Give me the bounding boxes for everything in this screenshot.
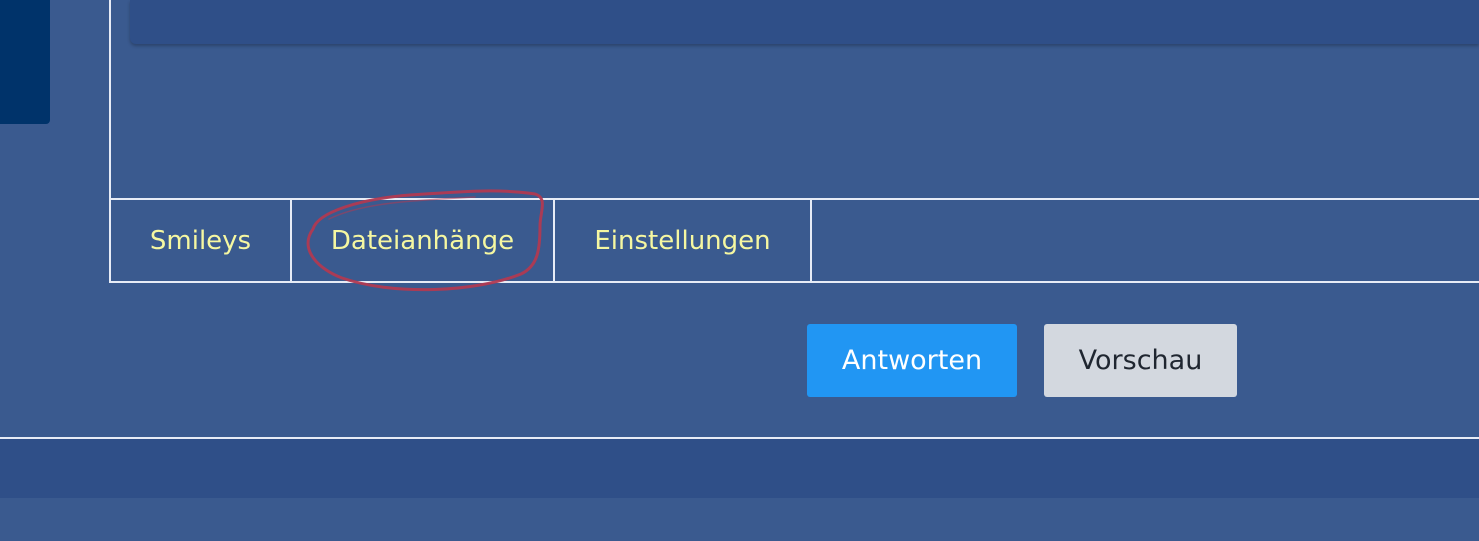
tab-attachments[interactable]: Dateianhänge	[292, 189, 555, 292]
tab-smileys[interactable]: Smileys	[111, 200, 292, 281]
preview-button-label: Vorschau	[1078, 345, 1203, 376]
tab-attachments-label: Dateianhänge	[330, 225, 515, 256]
reply-button-label: Antworten	[841, 345, 983, 376]
editor-tabs: Smileys Dateianhänge Einstellungen	[109, 189, 1479, 292]
tab-settings-label: Einstellungen	[594, 225, 771, 256]
message-editor-frame[interactable]	[109, 0, 1479, 198]
preview-button[interactable]: Vorschau	[1044, 324, 1237, 397]
footer-band	[0, 439, 1479, 498]
reply-button[interactable]: Antworten	[807, 324, 1017, 397]
left-sidebar-panel	[0, 0, 50, 124]
tab-settings[interactable]: Einstellungen	[555, 200, 812, 281]
tab-smileys-label: Smileys	[149, 225, 252, 256]
